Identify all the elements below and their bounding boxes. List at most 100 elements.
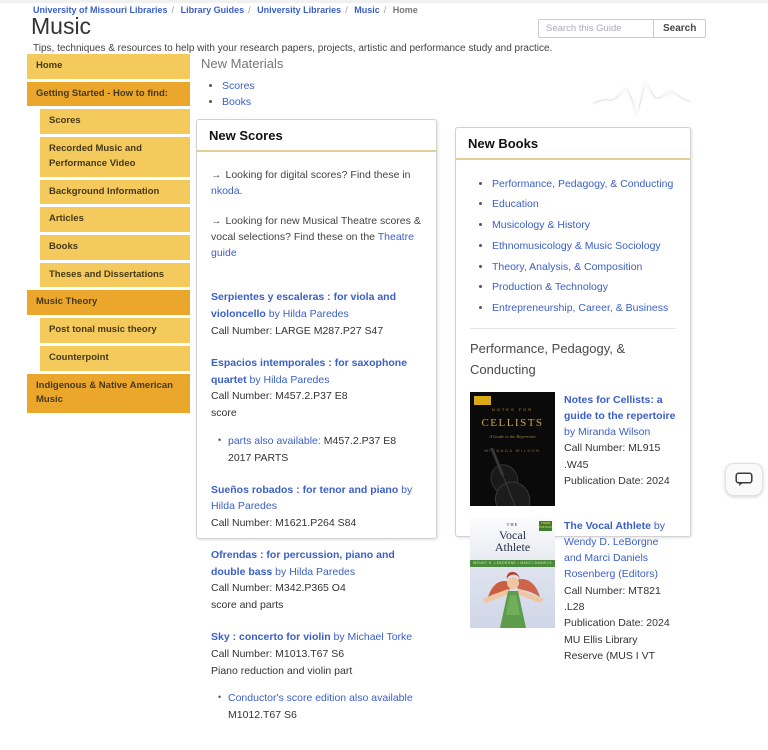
breadcrumb-separator: / xyxy=(345,5,348,15)
edition-badge: THIRD EDITION xyxy=(539,521,552,531)
list-item: Scores xyxy=(222,80,439,92)
also-available-link[interactable]: Conductor's score edition also available xyxy=(228,692,413,704)
sidebar-item[interactable]: Recorded Music and Performance Video xyxy=(40,137,190,176)
format-note: Piano reduction and violin part xyxy=(211,663,422,680)
call-number: Call Number: M457.2.P37 E8 xyxy=(211,388,422,405)
guide-navigation: Home Getting Started - How to find: Scor… xyxy=(27,54,190,416)
sidebar-item[interactable]: Getting Started - How to find: xyxy=(27,82,190,107)
call-number: Call Number: ML915 .W45 xyxy=(564,440,676,473)
score-byline: by Hilda Paredes xyxy=(272,566,355,578)
new-scores-heading: New Scores xyxy=(197,120,436,152)
note-link[interactable]: nkoda xyxy=(211,185,240,197)
call-number: Call Number: M1013.T67 S6 xyxy=(211,646,422,663)
sidebar-item[interactable]: Counterpoint xyxy=(40,346,190,371)
score-list-item: Sky : concerto for violin by Michael Tor… xyxy=(211,629,422,724)
new-materials-section: New Materials Scores Books xyxy=(201,56,439,112)
call-number: Call Number: M342.P365 O4 xyxy=(211,580,422,597)
book-cover-notes-for-cellists[interactable]: NOTES FOR CELLISTS A Guide to the Repert… xyxy=(470,392,555,506)
call-number: Call Number: M1621.P264 S84 xyxy=(211,515,422,532)
breadcrumb-separator: / xyxy=(248,5,251,15)
arrow-icon: → xyxy=(211,169,222,181)
call-number: Call Number: MT821 .L28 xyxy=(564,583,676,616)
arrow-icon: → xyxy=(211,215,222,227)
list-item: Performance, Pedagogy, & Conducting xyxy=(492,176,676,192)
sidebar-item[interactable]: Post tonal music theory xyxy=(40,318,190,343)
book-category-link[interactable]: Education xyxy=(492,198,539,210)
breadcrumb-link[interactable]: University Libraries xyxy=(257,5,341,15)
book-category-link[interactable]: Entrepreneurship, Career, & Business xyxy=(492,302,668,314)
breadcrumb-separator: / xyxy=(384,5,387,15)
score-list-item: Serpientes y escaleras : for viola and v… xyxy=(211,289,422,339)
book-list-item: NOTES FOR CELLISTS A Guide to the Repert… xyxy=(470,392,676,506)
new-books-heading: New Books xyxy=(456,128,690,160)
book-category-link[interactable]: Production & Technology xyxy=(492,281,608,293)
score-title-link[interactable]: Sueños robados : for tenor and piano xyxy=(211,484,398,496)
guide-search: Search xyxy=(538,19,706,38)
score-note: →Looking for new Musical Theatre scores … xyxy=(211,213,422,262)
format-note: score and parts xyxy=(211,597,422,614)
soundwave-decoration xyxy=(590,72,695,122)
also-available-link[interactable]: parts also available: xyxy=(228,435,321,447)
publication-date: Publication Date: 2024 xyxy=(564,615,676,631)
new-materials-heading: New Materials xyxy=(201,56,439,71)
location-note: MU Ellis Library Reserve (MUS I VT xyxy=(564,632,676,665)
list-item: Production & Technology xyxy=(492,279,676,295)
sidebar-item[interactable]: Books xyxy=(40,235,190,260)
book-category-link[interactable]: Performance, Pedagogy, & Conducting xyxy=(492,178,673,190)
breadcrumb-link[interactable]: Music xyxy=(354,5,380,15)
new-materials-link[interactable]: Books xyxy=(222,96,251,108)
cover-badge xyxy=(474,396,491,405)
book-cover-vocal-athlete[interactable]: THIRD EDITION THE Vocal Athlete WENDY D.… xyxy=(470,518,555,628)
score-byline: by Michael Torke xyxy=(331,631,413,643)
sidebar-item[interactable]: Articles xyxy=(40,207,190,232)
sidebar-item[interactable]: Home xyxy=(27,54,190,79)
book-category-link[interactable]: Theory, Analysis, & Composition xyxy=(492,261,642,273)
book-list-item: THIRD EDITION THE Vocal Athlete WENDY D.… xyxy=(470,518,676,664)
breadcrumb-current: Home xyxy=(393,5,418,15)
page-subtitle: Tips, techniques & resources to help wit… xyxy=(33,43,552,54)
score-title-link[interactable]: Sky : concerto for violin xyxy=(211,631,331,643)
list-item: Musicology & History xyxy=(492,217,676,233)
score-list-item: Espacios intemporales : for saxophone qu… xyxy=(211,355,422,467)
book-title-link[interactable]: The Vocal Athlete xyxy=(564,520,651,532)
new-scores-panel: New Scores →Looking for digital scores? … xyxy=(196,119,437,539)
singer-illustration xyxy=(470,567,555,628)
book-byline: by Miranda Wilson xyxy=(564,426,650,438)
score-list-item: Sueños robados : for tenor and piano by … xyxy=(211,482,422,532)
book-category-link[interactable]: Musicology & History xyxy=(492,219,590,231)
list-item: Education xyxy=(492,196,676,212)
book-title-link[interactable]: Notes for Cellists: a guide to the reper… xyxy=(564,394,675,422)
score-list-item: Ofrendas : for percussion, piano and dou… xyxy=(211,547,422,614)
also-available-row: Conductor's score edition also available… xyxy=(218,690,422,724)
books-section-heading: Performance, Pedagogy, & Conducting xyxy=(470,339,676,379)
new-books-panel: New Books Performance, Pedagogy, & Condu… xyxy=(455,127,691,537)
cello-illustration xyxy=(470,448,555,506)
divider xyxy=(470,328,676,329)
top-strip xyxy=(0,0,768,3)
sidebar-item[interactable]: Indigenous & Native American Music xyxy=(27,374,190,413)
format-note: score xyxy=(211,405,422,422)
book-category-link[interactable]: Ethnomusicology & Music Sociology xyxy=(492,240,661,252)
publication-date: Publication Date: 2024 xyxy=(564,473,676,489)
sidebar-item[interactable]: Background Information xyxy=(40,180,190,205)
list-item: Ethnomusicology & Music Sociology xyxy=(492,238,676,254)
breadcrumb-link[interactable]: Library Guides xyxy=(181,5,245,15)
list-item: Books xyxy=(222,96,439,108)
breadcrumb-separator: / xyxy=(172,5,175,15)
score-note: →Looking for digital scores? Find these … xyxy=(211,167,422,200)
chat-bubble-icon xyxy=(735,472,753,487)
cover-authors-band: WENDY D. LEBORGNE • MARCI DANIELS ROSENB… xyxy=(470,560,555,567)
sidebar-item[interactable]: Music Theory xyxy=(27,290,190,315)
list-item: Entrepreneurship, Career, & Business xyxy=(492,300,676,316)
new-materials-link[interactable]: Scores xyxy=(222,80,255,92)
score-byline: by Hilda Paredes xyxy=(266,308,349,320)
search-input[interactable] xyxy=(538,19,654,38)
sidebar-item[interactable]: Scores xyxy=(40,109,190,134)
score-byline: by Hilda Paredes xyxy=(247,374,330,386)
search-button[interactable]: Search xyxy=(653,19,706,38)
page-title: Music xyxy=(31,13,91,40)
list-item: Theory, Analysis, & Composition xyxy=(492,259,676,275)
call-number: Call Number: LARGE M287.P27 S47 xyxy=(211,323,422,340)
chat-button[interactable] xyxy=(725,463,763,496)
sidebar-item[interactable]: Theses and Dissertations xyxy=(40,263,190,288)
